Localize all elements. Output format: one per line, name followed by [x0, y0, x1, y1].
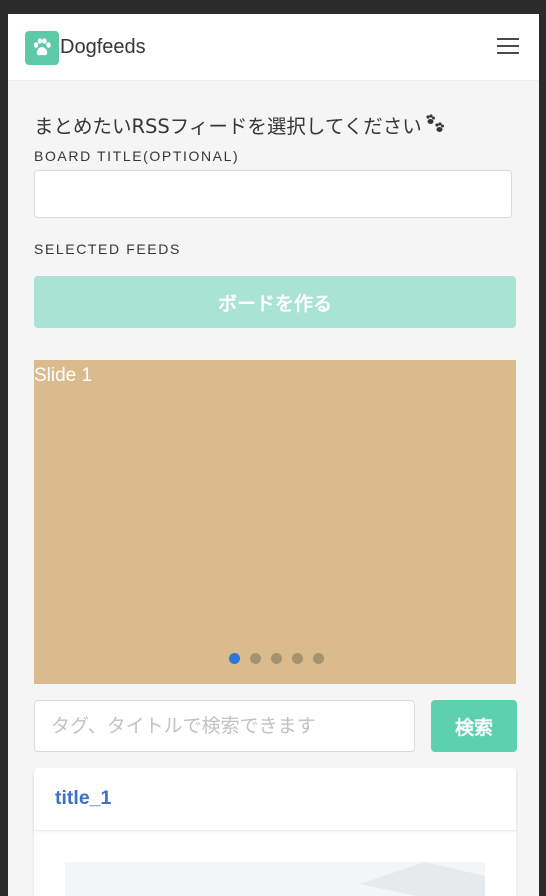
carousel-pagination	[229, 653, 324, 664]
selected-feeds-label: SELECTED FEEDS	[34, 241, 181, 257]
navbar: Dogfeeds	[8, 14, 539, 81]
card-image	[65, 862, 485, 896]
page-heading-text: まとめたいRSSフィードを選択してください	[34, 115, 422, 138]
carousel-dot[interactable]	[313, 653, 324, 664]
paw-icon[interactable]	[25, 31, 59, 65]
search-button[interactable]: 検索	[431, 700, 517, 752]
search-input[interactable]	[34, 700, 415, 752]
card-header: title_1	[34, 768, 516, 831]
page-heading: まとめたいRSSフィードを選択してください	[34, 110, 448, 141]
carousel-dot[interactable]	[250, 653, 261, 664]
carousel-dot[interactable]	[271, 653, 282, 664]
hamburger-menu-icon[interactable]	[497, 38, 519, 54]
app-window: Dogfeeds まとめたいRSSフィードを選択してください BOARD TIT…	[8, 14, 539, 896]
carousel-dot[interactable]	[229, 653, 240, 664]
paw-prints-icon	[424, 114, 448, 141]
slide-label: Slide 1	[34, 365, 93, 386]
carousel-dot[interactable]	[292, 653, 303, 664]
board-title-label: BOARD TITLE(OPTIONAL)	[34, 148, 240, 164]
carousel[interactable]: Slide 1	[34, 360, 516, 684]
board-title-input[interactable]	[34, 170, 512, 218]
card-title[interactable]: title_1	[55, 787, 111, 810]
brand-name[interactable]: Dogfeeds	[60, 36, 146, 59]
feed-card: title_1	[34, 768, 516, 896]
create-board-button[interactable]: ボードを作る	[34, 276, 516, 328]
